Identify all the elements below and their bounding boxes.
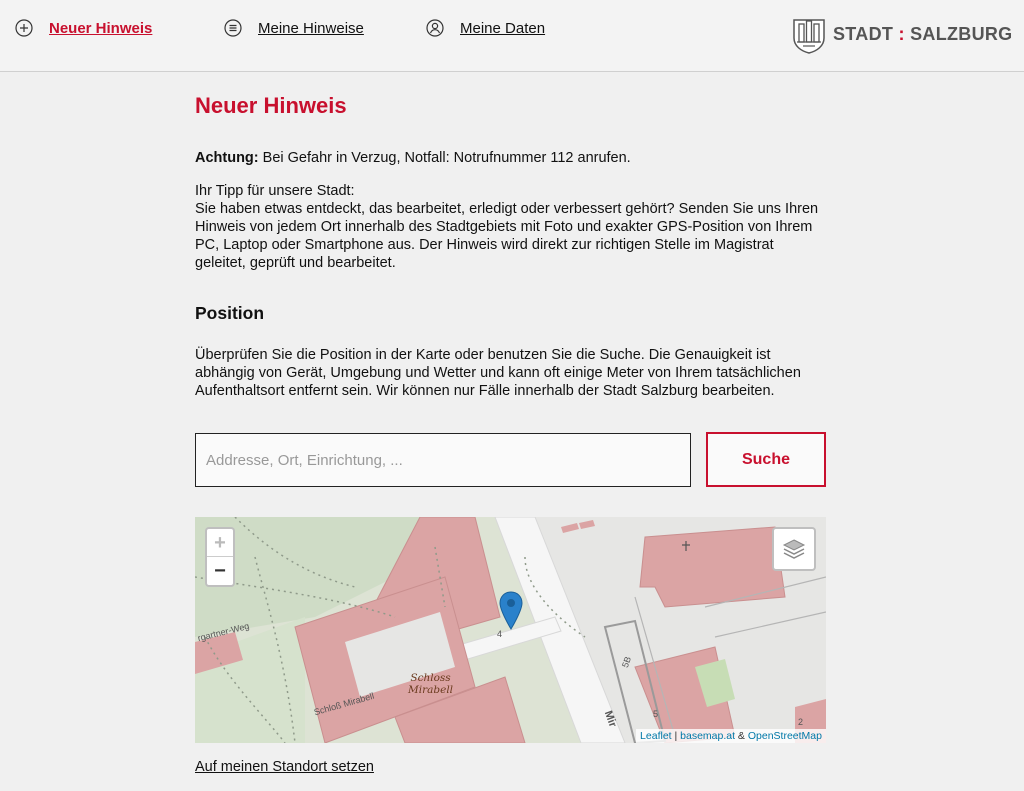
nav-neuer-hinweis[interactable]: Neuer Hinweis xyxy=(15,17,152,39)
page-title: Neuer Hinweis xyxy=(195,93,347,118)
list-circle-icon xyxy=(224,19,242,37)
logo-text: STADT : SALZBURG xyxy=(833,23,1013,44)
user-circle-icon xyxy=(426,19,444,37)
nav-meine-daten[interactable]: Meine Daten xyxy=(426,17,545,39)
position-map[interactable]: Schloss Mirabell rgartner-Weg Schloß Mira… xyxy=(195,517,826,743)
basemap-link[interactable]: basemap.at xyxy=(680,730,735,742)
top-navigation: Neuer Hinweis Meine Hinweise Meine Daten… xyxy=(0,0,1024,72)
intro-text: Ihr Tipp für unsere Stadt: Sie haben etw… xyxy=(195,183,819,271)
zoom-control: + − xyxy=(205,527,235,587)
plus-circle-icon xyxy=(15,19,33,37)
map-attribution: Leaflet | basemap.at & OpenStreetMap xyxy=(636,729,826,743)
emergency-warning: Achtung: Bei Gefahr in Verzug, Notfall: … xyxy=(195,150,631,166)
nav-label[interactable]: Meine Daten xyxy=(460,20,545,37)
position-heading: Position xyxy=(195,303,265,323)
osm-link[interactable]: OpenStreetMap xyxy=(748,730,822,742)
layers-icon xyxy=(782,539,806,559)
nav-meine-hinweise[interactable]: Meine Hinweise xyxy=(224,17,364,39)
city-crest-icon xyxy=(793,19,825,54)
zoom-out-button[interactable]: − xyxy=(207,557,233,585)
address-search-input[interactable] xyxy=(195,433,691,487)
zoom-in-button[interactable]: + xyxy=(207,529,233,557)
location-marker-icon[interactable] xyxy=(498,591,524,631)
stadt-salzburg-logo[interactable]: STADT : SALZBURG xyxy=(791,14,1013,54)
set-my-location-link[interactable]: Auf meinen Standort setzen xyxy=(195,759,374,775)
search-button[interactable]: Suche xyxy=(706,432,826,487)
leaflet-link[interactable]: Leaflet xyxy=(640,730,672,742)
map-place-label: Schloss Mirabell xyxy=(408,672,454,696)
main-content: Neuer Hinweis Achtung: Bei Gefahr in Ver… xyxy=(195,92,827,399)
map-house-number: 2 xyxy=(798,717,804,727)
nav-label[interactable]: Meine Hinweise xyxy=(258,20,364,37)
position-description: Überprüfen Sie die Position in der Karte… xyxy=(195,347,801,399)
map-house-number: 5 xyxy=(653,709,659,719)
layers-button[interactable] xyxy=(772,527,816,571)
nav-label[interactable]: Neuer Hinweis xyxy=(49,20,152,37)
